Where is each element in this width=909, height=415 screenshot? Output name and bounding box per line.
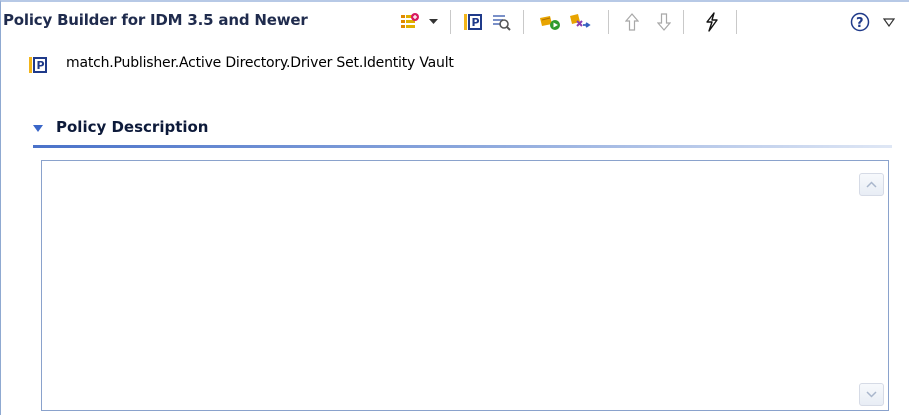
- trace-icon[interactable]: [701, 11, 723, 33]
- editor-title: Policy Builder for IDM 3.5 and Newer: [3, 11, 308, 29]
- dropdown-arrow-icon[interactable]: [426, 11, 440, 33]
- toolbar-separator: [736, 10, 737, 34]
- editor-header: Policy Builder for IDM 3.5 and Newer P ?: [1, 2, 908, 42]
- svg-text:?: ?: [856, 16, 864, 31]
- toolbar-separator: [450, 10, 451, 34]
- section-divider: [33, 145, 892, 148]
- policy-icon: P: [28, 55, 48, 79]
- vertical-scrollbar[interactable]: [857, 163, 886, 408]
- toolbar-separator: [523, 10, 524, 34]
- run-icon[interactable]: [537, 11, 563, 33]
- svg-text:P: P: [37, 59, 45, 72]
- policy-description-field[interactable]: [41, 160, 889, 411]
- scroll-up-button[interactable]: [859, 173, 884, 196]
- move-down-icon[interactable]: [653, 11, 675, 33]
- step-icon[interactable]: [567, 11, 593, 33]
- scroll-down-button[interactable]: [859, 383, 884, 406]
- toolbar-separator: [683, 10, 684, 34]
- view-menu-icon[interactable]: [879, 11, 899, 33]
- svg-text:P: P: [472, 16, 480, 29]
- policy-path-text: match.Publisher.Active Directory.Driver …: [66, 55, 454, 71]
- policy-description-header[interactable]: Policy Description: [33, 118, 209, 136]
- help-icon[interactable]: ?: [849, 11, 871, 33]
- find-icon[interactable]: [489, 11, 513, 33]
- toolbar-separator: [608, 10, 609, 34]
- collapse-arrow-icon[interactable]: [33, 124, 43, 132]
- move-up-icon[interactable]: [621, 11, 643, 33]
- policy-icon[interactable]: P: [461, 11, 485, 33]
- new-rule-icon[interactable]: [397, 11, 423, 33]
- section-title: Policy Description: [56, 118, 209, 136]
